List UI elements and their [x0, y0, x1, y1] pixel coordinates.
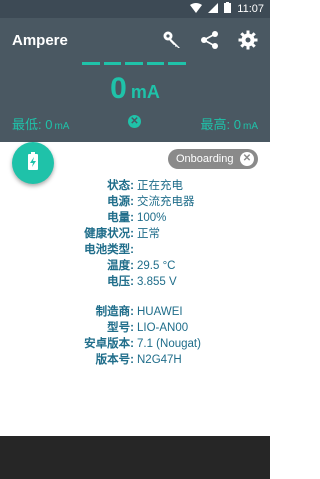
onboarding-chip[interactable]: Onboarding ✕	[168, 149, 258, 169]
info-row: 版本号: N2G47H	[95, 354, 182, 366]
close-icon[interactable]: ✕	[240, 152, 254, 166]
info-row: 制造商: HUAWEI	[95, 306, 183, 318]
app-title: Ampere	[12, 32, 68, 49]
info-row: 温度: 29.5 °C	[107, 260, 176, 272]
device-info: 制造商: HUAWEI 型号: LIO-AN00 安卓版本: 7.1 (Nougat)…	[0, 304, 270, 368]
info-row: 型号: LIO-AN00	[107, 322, 189, 334]
wifi-icon	[190, 2, 203, 16]
reset-icon[interactable]: ✕	[128, 115, 141, 128]
current-value: 0	[110, 72, 127, 105]
info-row: 电压: 3.855 V	[107, 276, 177, 288]
info-row: 健康状况: 正常	[84, 228, 160, 240]
min-reading: 最低: 0 mA	[12, 117, 70, 132]
info-row: 电源: 交流充电器	[107, 196, 195, 208]
info-row: 电池类型:	[84, 244, 134, 256]
onboarding-label: Onboarding	[176, 153, 234, 165]
battery-icon	[224, 2, 232, 16]
gear-icon[interactable]	[236, 28, 260, 52]
info-row: 电量: 100%	[107, 212, 167, 224]
app-header: Ampere 0 mA 最低: 0 mA 最高: 0 mA ✕	[0, 18, 270, 142]
share-icon[interactable]	[198, 28, 222, 52]
navigation-bar	[0, 436, 270, 479]
reading-dashes	[82, 62, 186, 66]
max-reading: 最高: 0 mA	[200, 117, 258, 132]
clock: 11:07	[237, 3, 264, 15]
key-icon[interactable]	[160, 28, 184, 52]
battery-info: 状态: 正在充电 电源: 交流充电器 电量: 100% 健康状况: 正常 电池类型: 温…	[0, 178, 270, 290]
info-row: 状态: 正在充电	[107, 180, 183, 192]
current-reading: 0 mA	[0, 72, 270, 106]
info-row: 安卓版本: 7.1 (Nougat)	[84, 338, 201, 350]
battery-charging-icon	[27, 151, 39, 175]
current-unit: mA	[130, 82, 160, 102]
signal-icon	[208, 2, 219, 16]
status-bar: 11:07	[0, 0, 270, 18]
